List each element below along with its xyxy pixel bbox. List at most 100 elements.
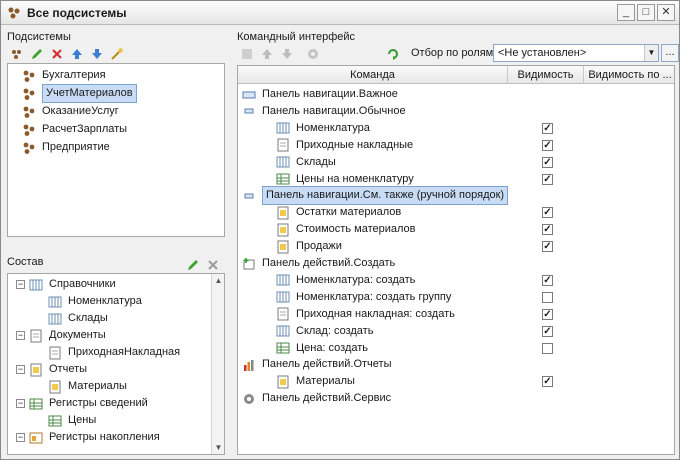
composition-group[interactable]: − Регистры накопления <box>16 429 160 446</box>
composition-group[interactable]: − Документы <box>16 327 106 344</box>
wand-icon <box>111 48 123 60</box>
table-header: Команда Видимость Видимость по ... <box>238 66 674 84</box>
move-down-button[interactable] <box>89 46 105 62</box>
visibility-checkbox[interactable]: ✓ <box>542 139 553 151</box>
visibility-checkbox[interactable]: ✓ <box>542 224 553 236</box>
composition-item[interactable]: Цены <box>48 412 96 429</box>
edit-subsystem-button[interactable] <box>29 46 45 62</box>
composition-group[interactable]: − Справочники <box>16 276 116 293</box>
visibility-checkbox[interactable]: ✓ <box>542 122 553 134</box>
command-row[interactable]: Стоимость материалов <box>276 221 415 238</box>
visibility-checkbox[interactable]: ✓ <box>542 241 553 253</box>
command-row[interactable]: Цены на номенклатуру <box>276 171 414 188</box>
subsystem-item[interactable]: ОказаниеУслуг <box>22 103 119 120</box>
wizard-button[interactable] <box>109 46 125 62</box>
catalog-icon <box>48 296 62 307</box>
close-button[interactable]: ✕ <box>657 4 675 21</box>
collapse-icon[interactable]: − <box>16 280 25 289</box>
add-subsystem-button[interactable] <box>9 46 25 62</box>
delete-subsystem-button[interactable] <box>49 46 65 62</box>
role-filter-label: Отбор по ролям: <box>411 47 497 59</box>
scroll-up-icon[interactable]: ▲ <box>213 275 224 286</box>
visibility-checkbox[interactable]: ✓ <box>542 173 553 185</box>
command-group-row[interactable]: Панель навигации.См. также (ручной поряд… <box>242 186 509 206</box>
collapse-icon[interactable]: − <box>16 331 25 340</box>
subsystem-item[interactable]: РасчетЗарплаты <box>22 121 127 138</box>
main-window: Все подсистемы _ □ ✕ Подсистемы Бухгалте… <box>0 0 680 460</box>
command-row[interactable]: Склад: создать <box>276 323 373 340</box>
command-group-row[interactable]: Панель навигации.Важное <box>242 86 398 103</box>
command-row[interactable]: Продажи <box>276 238 342 255</box>
role-filter-select[interactable]: <Не установлен> ▼ <box>493 44 659 62</box>
collapse-icon[interactable]: − <box>16 399 25 408</box>
collapse-icon[interactable]: − <box>16 433 25 442</box>
composition-label: Цены <box>68 414 97 426</box>
command-group-row[interactable]: Панель навигации.Обычное <box>242 103 406 120</box>
visibility-checkbox[interactable]: ✓ <box>542 156 553 168</box>
composition-item[interactable]: Номенклатура <box>48 293 142 310</box>
composition-label: Состав <box>7 256 44 268</box>
composition-label: Материалы <box>68 380 127 392</box>
column-command[interactable]: Команда <box>238 66 508 84</box>
settings-button[interactable] <box>305 46 321 62</box>
composition-item[interactable]: Материалы <box>48 378 127 395</box>
command-label: Панель навигации.Важное <box>262 88 398 100</box>
visibility-checkbox[interactable]: ✓ <box>542 325 553 337</box>
remove-composition-button[interactable] <box>205 257 221 273</box>
command-label: Номенклатура <box>296 121 370 134</box>
subsystem-item[interactable]: Предприятие <box>22 139 110 156</box>
add-command-button[interactable] <box>239 46 255 62</box>
command-label: Панель действий.Отчеты <box>262 358 392 371</box>
role-filter-choose-button[interactable]: ... <box>661 44 679 62</box>
command-row[interactable]: Приходная накладная: создать <box>276 306 455 323</box>
command-group-row[interactable]: Панель действий.Отчеты <box>242 356 392 373</box>
command-down-button[interactable] <box>279 46 295 62</box>
command-row[interactable]: Склады <box>276 154 336 171</box>
chevron-down-icon[interactable]: ▼ <box>644 45 658 61</box>
collapse-icon[interactable]: − <box>16 365 25 374</box>
command-up-button[interactable] <box>259 46 275 62</box>
command-row[interactable]: Номенклатура: создать группу <box>276 289 451 306</box>
report-icon <box>277 223 289 237</box>
composition-item[interactable]: ПриходнаяНакладная <box>48 344 180 361</box>
visibility-checkbox[interactable] <box>542 291 553 303</box>
command-row[interactable]: Цена: создать <box>276 340 368 357</box>
command-row[interactable]: Номенклатура: создать <box>276 272 415 289</box>
column-visibility[interactable]: Видимость <box>508 66 584 84</box>
command-row[interactable]: Номенклатура <box>276 120 370 137</box>
column-visibility-other[interactable]: Видимость по ... <box>584 66 674 84</box>
command-row[interactable]: Материалы <box>276 373 355 390</box>
edit-composition-button[interactable] <box>185 257 201 273</box>
command-row[interactable]: Остатки материалов <box>276 204 401 221</box>
minimize-button[interactable]: _ <box>617 4 635 21</box>
command-label: Стоимость материалов <box>296 223 416 236</box>
visibility-checkbox[interactable] <box>542 342 553 354</box>
visibility-checkbox[interactable]: ✓ <box>542 376 553 388</box>
composition-scrollbar[interactable]: ▲ ▼ <box>211 274 224 454</box>
report-icon <box>49 380 61 393</box>
composition-group[interactable]: − Регистры сведений <box>16 395 148 412</box>
catalog-icon <box>276 325 290 337</box>
command-group-row[interactable]: Панель действий.Создать <box>242 255 395 272</box>
arrow-up-icon <box>72 49 82 59</box>
command-interface-label: Командный интерфейс <box>237 31 356 43</box>
delete-icon <box>52 49 62 59</box>
catalog-icon <box>276 291 290 303</box>
visibility-checkbox[interactable]: ✓ <box>542 274 553 286</box>
composition-item[interactable]: Склады <box>48 310 108 327</box>
subsystem-item[interactable]: Бухгалтерия <box>22 67 106 84</box>
register-icon <box>29 398 43 409</box>
refresh-toolbar <box>385 46 401 62</box>
visibility-checkbox[interactable]: ✓ <box>542 207 553 219</box>
report-icon <box>277 206 289 220</box>
refresh-button[interactable] <box>385 46 401 62</box>
command-group-row[interactable]: Панель действий.Сервис <box>242 390 391 407</box>
visibility-checkbox[interactable]: ✓ <box>542 308 553 320</box>
maximize-button[interactable]: □ <box>637 4 655 21</box>
command-row[interactable]: Приходные накладные <box>276 137 413 154</box>
subsystem-item[interactable]: УчетМатериалов <box>22 84 137 103</box>
move-up-button[interactable] <box>69 46 85 62</box>
scroll-down-icon[interactable]: ▼ <box>213 442 224 453</box>
catalog-icon <box>276 156 290 168</box>
composition-group[interactable]: − Отчеты <box>16 361 87 378</box>
